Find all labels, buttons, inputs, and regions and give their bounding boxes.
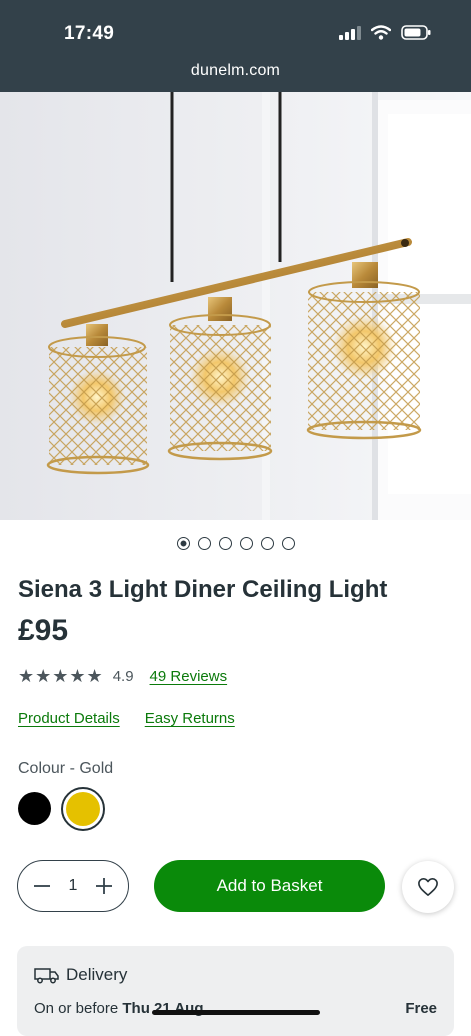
carousel-dot-1[interactable] (176, 537, 190, 550)
colour-swatch-gold-fill (66, 792, 100, 826)
colour-label: Colour - Gold (18, 760, 114, 777)
rating-value: 4.9 (112, 668, 134, 685)
plus-icon[interactable] (94, 876, 114, 896)
product-title: Siena 3 Light Diner Ceiling Light (18, 576, 388, 603)
easy-returns-link[interactable]: Easy Returns (145, 710, 235, 727)
status-bar: 17:49 dunelm.com (0, 0, 471, 92)
quantity-stepper: 1 (17, 860, 129, 912)
product-image[interactable] (0, 92, 471, 520)
wifi-icon (371, 25, 391, 40)
add-to-basket-button[interactable]: Add to Basket (154, 860, 385, 912)
url-bar[interactable]: dunelm.com (0, 62, 471, 80)
home-indicator[interactable] (152, 1010, 320, 1015)
info-links: Product Details Easy Returns (18, 710, 235, 727)
carousel-dot-6[interactable] (281, 537, 295, 550)
minus-icon[interactable] (32, 876, 52, 896)
star-rating-icon: ★★★★★ (18, 666, 104, 686)
carousel-dot-3[interactable] (218, 537, 232, 550)
delivery-heading-row: Delivery (34, 965, 127, 985)
colour-swatch-black[interactable] (18, 792, 51, 825)
delivery-prefix: On or before (34, 1000, 123, 1017)
reviews-link[interactable]: 49 Reviews (150, 668, 228, 685)
ceiling-light-illustration (46, 92, 471, 520)
signal-icon (339, 25, 361, 40)
quantity-value[interactable]: 1 (69, 877, 78, 895)
wishlist-button[interactable] (402, 861, 454, 913)
carousel-dot-5[interactable] (260, 537, 274, 550)
delivery-card: Delivery On or before Thu 21 Aug Free (17, 946, 454, 1036)
carousel-dot-4[interactable] (239, 537, 253, 550)
carousel-dot-2[interactable] (197, 537, 211, 550)
heart-icon (418, 878, 438, 896)
product-details-link[interactable]: Product Details (18, 710, 120, 727)
carousel-dots (0, 537, 471, 550)
colour-swatch-gold[interactable] (61, 787, 105, 831)
delivery-heading: Delivery (66, 965, 128, 984)
battery-icon (401, 25, 431, 40)
delivery-price: Free (405, 1000, 437, 1017)
rating-row: ★★★★★ 4.9 49 Reviews (18, 666, 227, 687)
product-price: £95 (18, 614, 69, 647)
delivery-van-icon (34, 968, 59, 984)
status-time: 17:49 (64, 23, 115, 44)
status-icons (339, 25, 431, 40)
